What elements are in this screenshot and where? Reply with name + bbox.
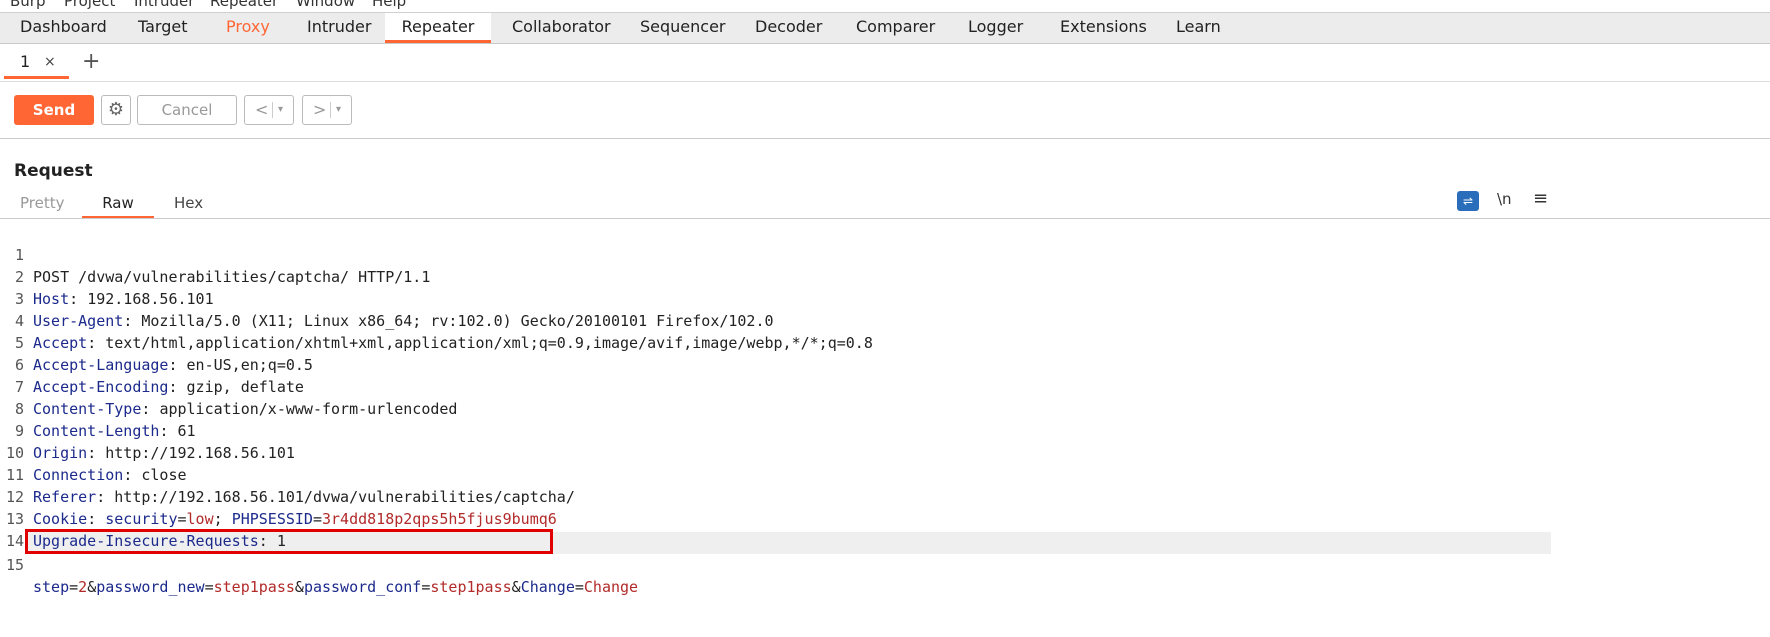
param-name: password_conf [303,578,422,596]
editor-line: 5 Accept-Language: en-US,en;q=0.5 [0,310,313,374]
tab-repeater[interactable]: Repeater [385,13,491,43]
header-name: Cookie [33,510,88,528]
header-name: User-Agent [33,312,124,330]
add-tab-button[interactable]: + [82,49,100,75]
cookie-value: low [186,510,214,528]
tab-raw[interactable]: Raw [82,190,154,218]
header-value: http://192.168.56.101 [105,444,295,462]
editor-line: 9 Origin: http://192.168.56.101 [0,398,295,462]
tab-hex[interactable]: Hex [174,190,203,216]
header-value: gzip, deflate [186,378,304,396]
header-name: Referer [33,488,97,506]
header-name: Content-Type [33,400,142,418]
editor-line: 6 Accept-Encoding: gzip, deflate [0,332,304,396]
editor-line: 8 Content-Length: 61 [0,376,196,440]
gear-icon[interactable]: ⚙ [101,95,131,125]
newline-icon[interactable]: \n [1497,190,1512,208]
header-value: close [141,466,187,484]
editor-line: 12 Cookie: security=low; PHPSESSID=3r4dd… [0,464,557,528]
menu-window[interactable]: Window [296,0,355,10]
param-value: Change [583,578,639,596]
editor-line: 10 Connection: close [0,420,187,484]
wrap-icon[interactable]: ⇌ [1457,191,1479,211]
tab-target[interactable]: Target [126,13,200,42]
tab-collaborator[interactable]: Collaborator [500,13,623,42]
menu-burp[interactable]: Burp [10,0,46,10]
menu-project[interactable]: Project [64,0,115,10]
header-name: Content-Length [33,422,160,440]
header-value: Mozilla/5.0 (X11; Linux x86_64; rv:102.0… [141,312,774,330]
header-value: text/html,application/xhtml+xml,applicat… [105,334,873,352]
cookie-name: security [105,510,178,528]
header-name: Origin [33,444,88,462]
cookie-value: 3r4dd818p2qps5h5fjus9bumq6 [322,510,557,528]
param-value: 2 [78,578,88,596]
param-name: password_new [96,578,205,596]
repeater-tab-bar: 1 × + [0,43,1770,82]
header-value: http://192.168.56.101/dvwa/vulnerabiliti… [114,488,575,506]
menu-repeater[interactable]: Repeater [210,0,278,10]
chevron-down-icon[interactable]: ▾ [278,96,283,124]
request-line: POST /dvwa/vulnerabilities/captcha/ HTTP… [33,268,431,286]
cookie-name: PHPSESSID [231,510,313,528]
menu-intruder[interactable]: Intruder [134,0,194,10]
editor-line: 2 Host: 192.168.56.101 [0,244,214,308]
editor-line: 13 Upgrade-Insecure-Requests: 1 [0,486,286,550]
tab-dashboard[interactable]: Dashboard [8,13,119,42]
param-value: step1pass [430,578,512,596]
editor-line: 11 Referer: http://192.168.56.101/dvwa/v… [0,442,575,506]
menu-icon[interactable]: ≡ [1533,188,1548,209]
menu-help[interactable]: Help [372,0,406,10]
tab-sequencer[interactable]: Sequencer [628,13,738,42]
menu-bar: Burp Project Intruder Repeater Window He… [0,0,1770,12]
editor-line: 14 [0,508,36,550]
divider [272,102,273,118]
header-name: Connection [33,466,124,484]
tab-logger[interactable]: Logger [956,13,1035,42]
highlight-annotation-box [25,529,553,554]
header-value: 192.168.56.101 [87,290,214,308]
tab-comparer[interactable]: Comparer [844,13,947,42]
tab-pretty[interactable]: Pretty [20,190,65,216]
param-name: Change [520,578,575,596]
header-value: application/x-www-form-urlencoded [159,400,458,418]
request-actions-bar: Send ⚙ Cancel < ▾ > ▾ [0,82,1770,139]
header-value: en-US,en;q=0.5 [186,356,313,374]
repeater-tab-1[interactable]: 1 × [4,48,69,79]
tab-extensions[interactable]: Extensions [1048,13,1159,42]
editor-line: 7 Content-Type: application/x-www-form-u… [0,354,457,418]
tab-learn[interactable]: Learn [1164,13,1233,42]
header-value: 61 [177,422,196,440]
header-name: Accept [33,334,88,352]
forward-button[interactable]: > ▾ [302,95,352,125]
close-icon[interactable]: × [44,48,56,76]
divider [330,102,331,118]
editor-line: 1 POST /dvwa/vulnerabilities/captcha/ HT… [0,222,430,286]
send-button[interactable]: Send [14,95,94,125]
tab-proxy[interactable]: Proxy [214,13,282,42]
tab-decoder[interactable]: Decoder [743,13,834,42]
chevron-left-icon: < [255,100,269,119]
editor-line: 3 User-Agent: Mozilla/5.0 (X11; Linux x8… [0,266,774,330]
header-name: Host [33,290,70,308]
repeater-tab-label: 1 [20,52,31,71]
header-name: Accept-Language [33,356,169,374]
header-name: Accept-Encoding [33,378,169,396]
param-name: step [33,578,70,596]
back-button[interactable]: < ▾ [244,95,294,125]
main-tab-bar: Dashboard Target Proxy Intruder Repeater… [0,12,1770,44]
chevron-down-icon[interactable]: ▾ [336,96,341,124]
editor-line: 4 Accept: text/html,application/xhtml+xm… [0,288,873,352]
tab-intruder[interactable]: Intruder [295,13,383,42]
param-value: step1pass [213,578,295,596]
request-panel-title: Request [14,161,93,181]
chevron-right-icon: > [313,100,327,119]
cancel-button[interactable]: Cancel [137,95,237,125]
line-number: 15 [5,556,24,574]
